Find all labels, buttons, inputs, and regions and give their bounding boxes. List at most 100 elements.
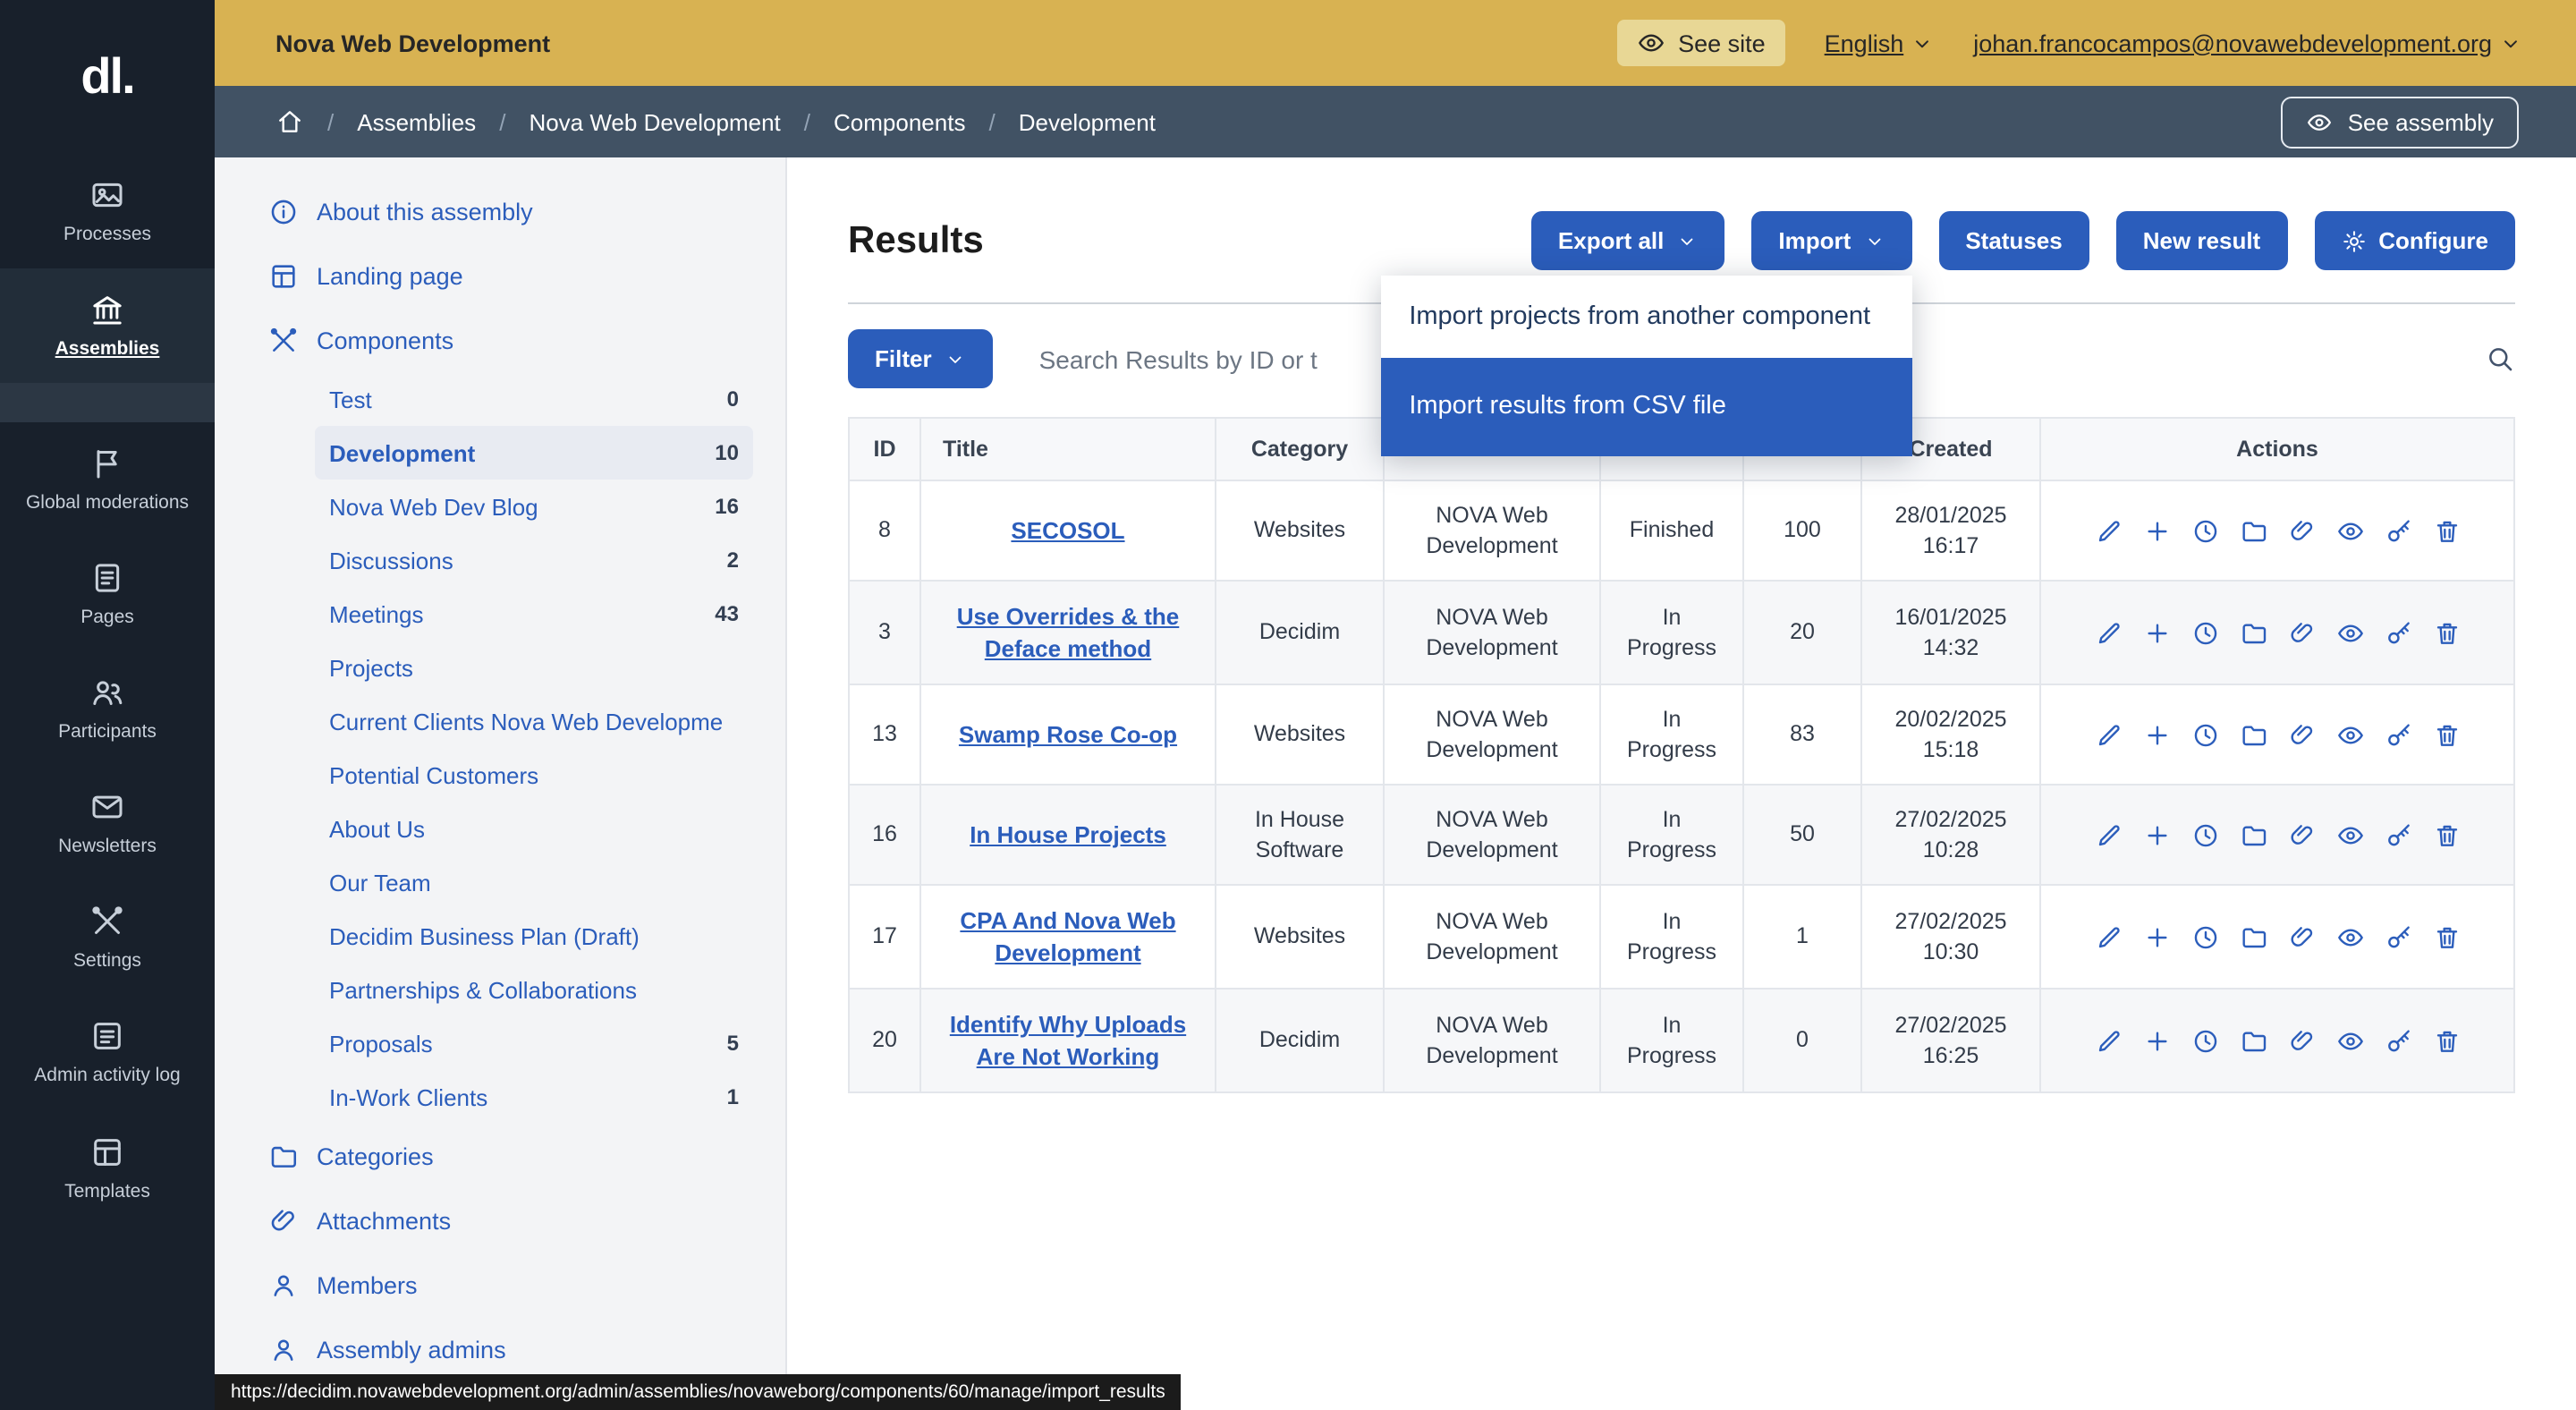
preview-icon[interactable] [2335,1026,2364,1055]
permissions-icon[interactable] [2384,720,2412,749]
filter-button[interactable]: Filter [848,329,993,388]
preview-icon[interactable] [2335,618,2364,647]
add-icon[interactable] [2142,618,2171,647]
breadcrumb-item-components[interactable]: Components [834,108,965,135]
permissions-icon[interactable] [2384,820,2412,849]
new-result-button[interactable]: New result [2116,211,2288,270]
folder-icon[interactable] [2239,1026,2267,1055]
preview-icon[interactable] [2335,922,2364,951]
export-all-button[interactable]: Export all [1531,211,1725,270]
edit-icon[interactable] [2094,618,2123,647]
component-item-our-team[interactable]: Our Team [315,855,753,909]
delete-icon[interactable] [2432,1026,2461,1055]
menu-assembly-admins[interactable]: Assembly admins [215,1317,785,1381]
delete-icon[interactable] [2432,618,2461,647]
preview-icon[interactable] [2335,516,2364,545]
breadcrumb-item-assembly[interactable]: Nova Web Development [529,108,780,135]
language-selector[interactable]: English [1825,30,1935,56]
sidebar-item-assemblies[interactable]: Assemblies [0,268,215,383]
home-icon[interactable] [275,107,304,136]
sidebar-item-participants[interactable]: Participants [0,652,215,767]
menu-about-assembly[interactable]: About this assembly [215,179,785,243]
sidebar-item-newsletters[interactable]: Newsletters [0,767,215,881]
edit-icon[interactable] [2094,720,2123,749]
component-item-about-us[interactable]: About Us [315,802,753,855]
menu-attachments[interactable]: Attachments [215,1188,785,1253]
user-menu[interactable]: johan.francocampos@novawebdevelopment.or… [1973,30,2522,56]
see-assembly-button[interactable]: See assembly [2282,96,2519,148]
menu-members[interactable]: Members [215,1253,785,1317]
menu-components[interactable]: Components [215,308,785,372]
delete-icon[interactable] [2432,720,2461,749]
history-icon[interactable] [2190,922,2219,951]
component-item-business-plan[interactable]: Decidim Business Plan (Draft) [315,909,753,963]
folder-icon[interactable] [2239,922,2267,951]
component-item-discussions[interactable]: Discussions 2 [315,533,753,587]
component-item-current-clients[interactable]: Current Clients Nova Web Development [315,694,753,748]
delete-icon[interactable] [2432,820,2461,849]
attachments-icon[interactable] [2287,922,2316,951]
history-icon[interactable] [2190,1026,2219,1055]
breadcrumb-item-assemblies[interactable]: Assemblies [357,108,476,135]
add-icon[interactable] [2142,922,2171,951]
history-icon[interactable] [2190,618,2219,647]
permissions-icon[interactable] [2384,1026,2412,1055]
dropdown-item-import-csv[interactable]: Import results from CSV file [1380,359,1911,456]
attachments-icon[interactable] [2287,618,2316,647]
result-title-link[interactable]: Identify Why Uploads Are Not Working [950,1011,1186,1069]
component-item-potential-customers[interactable]: Potential Customers [315,748,753,802]
menu-landing-page[interactable]: Landing page [215,243,785,308]
folder-icon[interactable] [2239,720,2267,749]
result-title-link[interactable]: Use Overrides & the Deface method [957,603,1180,661]
nova-logo[interactable]: dl. [0,0,215,154]
dropdown-item-import-projects[interactable]: Import projects from another component [1380,276,1911,359]
sidebar-item-admin-activity-log[interactable]: Admin activity log [0,996,215,1110]
import-button[interactable]: Import [1751,211,1911,270]
result-title-link[interactable]: Swamp Rose Co-op [959,721,1177,748]
edit-icon[interactable] [2094,820,2123,849]
component-item-test[interactable]: Test 0 [315,372,753,426]
edit-icon[interactable] [2094,922,2123,951]
attachments-icon[interactable] [2287,720,2316,749]
see-site-button[interactable]: See site [1617,20,1785,66]
result-title-link[interactable]: CPA And Nova Web Development [960,907,1175,965]
permissions-icon[interactable] [2384,516,2412,545]
permissions-icon[interactable] [2384,618,2412,647]
component-item-meetings[interactable]: Meetings 43 [315,587,753,641]
preview-icon[interactable] [2335,820,2364,849]
folder-icon[interactable] [2239,820,2267,849]
add-icon[interactable] [2142,516,2171,545]
sidebar-item-processes[interactable]: Processes [0,154,215,268]
component-item-projects[interactable]: Projects [315,641,753,694]
add-icon[interactable] [2142,1026,2171,1055]
delete-icon[interactable] [2432,922,2461,951]
folder-icon[interactable] [2239,516,2267,545]
result-title-link[interactable]: In House Projects [970,821,1166,848]
result-title-link[interactable]: SECOSOL [1011,517,1124,544]
permissions-icon[interactable] [2384,922,2412,951]
edit-icon[interactable] [2094,1026,2123,1055]
sidebar-item-global-moderations[interactable]: Global moderations [0,422,215,537]
sidebar-item-settings[interactable]: Settings [0,881,215,996]
sidebar-item-pages[interactable]: Pages [0,537,215,651]
add-icon[interactable] [2142,820,2171,849]
preview-icon[interactable] [2335,720,2364,749]
sidebar-item-templates[interactable]: Templates [0,1110,215,1225]
component-item-development[interactable]: Development 10 [315,426,753,480]
history-icon[interactable] [2190,516,2219,545]
configure-button[interactable]: Configure [2314,211,2515,270]
component-item-partnerships[interactable]: Partnerships & Collaborations [315,963,753,1016]
history-icon[interactable] [2190,720,2219,749]
attachments-icon[interactable] [2287,1026,2316,1055]
menu-categories[interactable]: Categories [215,1124,785,1188]
delete-icon[interactable] [2432,516,2461,545]
edit-icon[interactable] [2094,516,2123,545]
add-icon[interactable] [2142,720,2171,749]
breadcrumb-item-development[interactable]: Development [1019,108,1156,135]
component-item-proposals[interactable]: Proposals 5 [315,1016,753,1070]
attachments-icon[interactable] [2287,820,2316,849]
component-item-in-work-clients[interactable]: In-Work Clients 1 [315,1070,753,1124]
statuses-button[interactable]: Statuses [1938,211,2089,270]
attachments-icon[interactable] [2287,516,2316,545]
search-icon[interactable] [2485,344,2515,374]
